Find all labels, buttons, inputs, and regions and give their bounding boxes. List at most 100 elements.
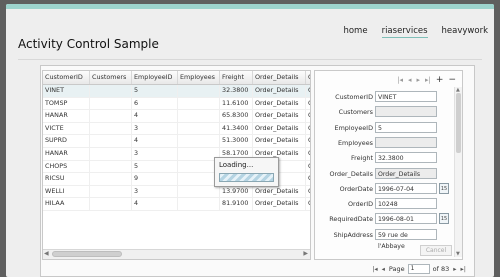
col-header[interactable]: O xyxy=(306,71,310,84)
table-row[interactable]: SUPRD 4 51.3000Order_DetailsO xyxy=(43,135,310,148)
form-field: EmployeeID 5 xyxy=(315,121,447,135)
scroll-thumb[interactable] xyxy=(456,93,461,153)
nav-heavywork[interactable]: heavywork xyxy=(442,26,488,38)
table-cell: O xyxy=(306,110,310,122)
calendar-icon[interactable]: 15 xyxy=(439,213,449,225)
pager: |◂ ◂ Page 1 of 83 ▸ ▸| xyxy=(368,264,466,274)
table-cell: 3 xyxy=(132,185,178,198)
col-header[interactable]: EmployeeID xyxy=(132,71,178,84)
loading-indicator: Loading... xyxy=(214,157,279,187)
form-field: RequiredDate 1996-08-01 15 xyxy=(315,213,449,226)
table-cell: O xyxy=(306,198,310,210)
field-label: OrderDate xyxy=(339,184,373,193)
scroll-right-icon[interactable]: ▶ xyxy=(303,250,308,257)
field-label: ShipAddress xyxy=(333,230,373,239)
field-input[interactable]: 1996-08-01 xyxy=(375,213,437,225)
table-cell xyxy=(178,185,220,198)
data-form: |◂ ◂ ▸ ▸| + − CustomerID VINET Customers Em… xyxy=(314,70,463,260)
last-record-icon[interactable]: ▸| xyxy=(425,76,431,84)
field-input[interactable] xyxy=(375,106,437,118)
col-header[interactable]: Employees xyxy=(178,71,220,84)
last-page-icon[interactable]: ▸| xyxy=(461,265,466,273)
table-cell xyxy=(90,185,132,198)
form-field: Order_Details Order_Details xyxy=(315,167,447,181)
table-row[interactable]: HANAR 4 65.8300Order_DetailsO xyxy=(43,110,310,123)
table-row[interactable]: TOMSP 6 11.6100Order_DetailsO xyxy=(43,97,310,111)
prev-record-icon[interactable]: ◂ xyxy=(408,76,412,84)
table-cell: O xyxy=(306,186,310,198)
form-field: OrderDate 1996-07-04 15 xyxy=(315,182,449,196)
first-page-icon[interactable]: |◂ xyxy=(372,265,377,273)
horizontal-scrollbar[interactable]: ◀ ▶ xyxy=(43,249,310,259)
table-cell: 13.9700 xyxy=(220,185,253,198)
add-record-icon[interactable]: + xyxy=(436,75,444,85)
table-cell: 11.6100 xyxy=(220,97,253,110)
table-cell: HILAA xyxy=(43,198,90,210)
field-input[interactable]: 10248 xyxy=(375,198,437,210)
form-vertical-scrollbar[interactable]: ▲ ▼ xyxy=(454,87,462,257)
table-row[interactable]: VINET 5 32.3800Order_DetailsO xyxy=(43,85,310,98)
delete-record-icon[interactable]: − xyxy=(448,75,456,85)
field-label: EmployeeID xyxy=(334,123,373,132)
page-number-input[interactable]: 1 xyxy=(407,264,430,274)
scroll-down-icon[interactable]: ▼ xyxy=(456,251,460,257)
table-cell: 65.8300 xyxy=(220,110,253,122)
loading-progress-bar xyxy=(219,173,274,182)
table-cell: Order_Details xyxy=(253,85,306,97)
page-title: Activity Control Sample xyxy=(18,37,159,51)
field-input[interactable]: 5 xyxy=(375,121,437,133)
cancel-button[interactable]: Cancel xyxy=(420,245,452,256)
table-cell: CHOPS xyxy=(43,160,90,173)
next-record-icon[interactable]: ▸ xyxy=(417,76,421,84)
table-cell: O xyxy=(306,148,310,160)
col-header[interactable]: Customers xyxy=(90,71,132,84)
table-cell: Order_Details xyxy=(253,122,306,135)
table-cell xyxy=(178,135,220,147)
prev-page-icon[interactable]: ◂ xyxy=(382,265,385,273)
table-cell: 51.3000 xyxy=(220,135,253,147)
calendar-icon[interactable]: 15 xyxy=(439,182,449,194)
field-input[interactable] xyxy=(375,136,437,148)
field-input[interactable]: 1996-07-04 xyxy=(375,182,437,194)
table-cell xyxy=(178,198,220,210)
top-nav: home riaservices heavywork xyxy=(329,26,488,38)
field-label: Freight xyxy=(350,154,373,163)
page-total: of 83 xyxy=(432,265,450,273)
table-cell xyxy=(178,122,220,135)
table-cell: Order_Details xyxy=(253,97,306,110)
table-cell: O xyxy=(306,161,310,173)
table-row[interactable]: VICTE 3 41.3400Order_DetailsO xyxy=(43,122,310,136)
form-toolbar: |◂ ◂ ▸ ▸| + − xyxy=(392,75,456,85)
table-cell: 81.9100 xyxy=(220,198,253,210)
field-label: CustomerID xyxy=(335,93,373,101)
table-cell: 5 xyxy=(132,85,178,97)
form-field: Customers xyxy=(315,106,447,119)
table-cell xyxy=(90,85,132,97)
table-cell xyxy=(90,135,132,147)
table-cell: SUPRD xyxy=(43,135,90,147)
form-field: Employees xyxy=(315,136,447,150)
table-cell xyxy=(90,173,132,185)
table-row[interactable]: HILAA 4 81.9100Order_DetailsO xyxy=(43,198,310,211)
form-field: OrderID 10248 xyxy=(315,198,447,211)
field-input[interactable]: 59 rue de l'Abbaye xyxy=(375,228,437,250)
table-cell: 3 xyxy=(132,147,178,160)
field-input[interactable]: Order_Details xyxy=(375,167,437,179)
next-page-icon[interactable]: ▸ xyxy=(453,265,456,273)
col-header[interactable]: Order_Details xyxy=(253,71,306,84)
scroll-left-icon[interactable]: ◀ xyxy=(44,250,49,257)
field-label: OrderID xyxy=(348,200,373,209)
first-record-icon[interactable]: |◂ xyxy=(397,76,403,84)
scroll-thumb[interactable] xyxy=(52,251,122,257)
col-header[interactable]: CustomerID xyxy=(43,71,90,84)
nav-home[interactable]: home xyxy=(343,26,367,38)
table-cell: O xyxy=(306,173,310,185)
field-input[interactable]: 32.3800 xyxy=(375,152,437,164)
col-header[interactable]: Freight xyxy=(220,71,253,84)
table-cell: 9 xyxy=(132,173,178,185)
form-field: CustomerID VINET xyxy=(315,91,447,104)
field-input[interactable]: VINET xyxy=(375,91,437,102)
table-row[interactable]: WELLI 3 13.9700Order_DetailsO xyxy=(43,185,310,199)
nav-riaservices[interactable]: riaservices xyxy=(381,26,428,38)
table-cell xyxy=(90,160,132,173)
